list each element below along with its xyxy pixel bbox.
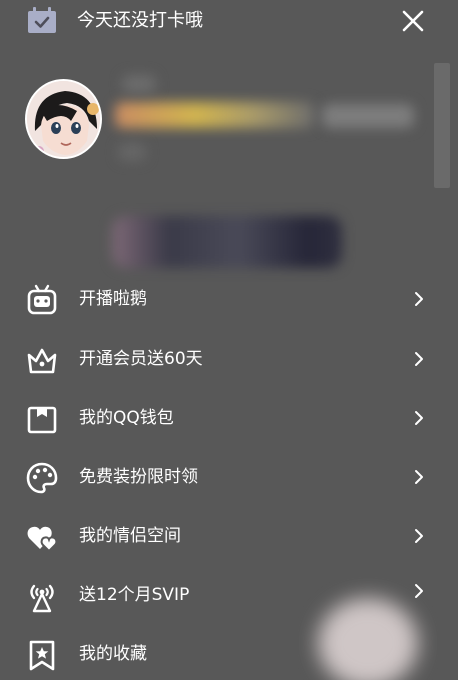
chevron-right-icon (415, 292, 423, 306)
broadcast-tower-icon (30, 584, 54, 613)
user-badges-blurred (322, 104, 414, 128)
menu-item-label: 开播啦鹅 (79, 289, 147, 309)
chevron-right-icon (415, 470, 423, 484)
floating-avatar-blurred (318, 598, 418, 680)
menu-item-couple-space[interactable]: 我的情侣空间 (0, 507, 458, 565)
profile-sub-blurred (118, 143, 146, 161)
chevron-right-icon (415, 529, 423, 543)
crown-icon (27, 348, 57, 374)
profile-scrollbar[interactable] (434, 63, 450, 188)
menu-item-label: 免费装扮限时领 (79, 467, 198, 487)
menu-item-wallet[interactable]: 我的QQ钱包 (0, 389, 458, 447)
chevron-right-icon (415, 352, 423, 366)
chevron-right-icon (415, 584, 423, 598)
menu-item-label: 我的QQ钱包 (79, 408, 174, 428)
menu-item-free-decor[interactable]: 免费装扮限时领 (0, 448, 458, 506)
menu-item-label: 我的收藏 (79, 644, 147, 664)
avatar[interactable] (25, 79, 102, 159)
avatar-image (27, 81, 100, 157)
calendar-check-icon[interactable] (27, 7, 57, 34)
checkin-status-text[interactable]: 今天还没打卡哦 (77, 10, 203, 32)
status-pill-blurred (112, 216, 342, 268)
bookmark-star-icon (29, 640, 55, 671)
palette-icon (26, 462, 58, 494)
wallet-icon (27, 406, 57, 434)
robot-tv-icon (27, 284, 57, 315)
hearts-icon (27, 526, 58, 553)
qq-side-drawer: 今天还没打卡哦 开播啦鹅 开通会员送60天 我的QQ钱包 免费装扮限时领 我的情… (0, 0, 458, 680)
menu-item-label: 开通会员送60天 (79, 349, 203, 369)
menu-item-vip-offer[interactable]: 开通会员送60天 (0, 330, 458, 388)
username-blurred (115, 102, 315, 128)
menu-item-label: 我的情侣空间 (79, 526, 181, 546)
close-icon[interactable] (400, 8, 426, 34)
chevron-right-icon (415, 411, 423, 425)
menu-item-live[interactable]: 开播啦鹅 (0, 270, 458, 328)
top-bar: 今天还没打卡哦 (0, 0, 458, 44)
profile-top-blurred (122, 75, 156, 93)
menu-item-label: 送12个月SVIP (79, 585, 190, 605)
